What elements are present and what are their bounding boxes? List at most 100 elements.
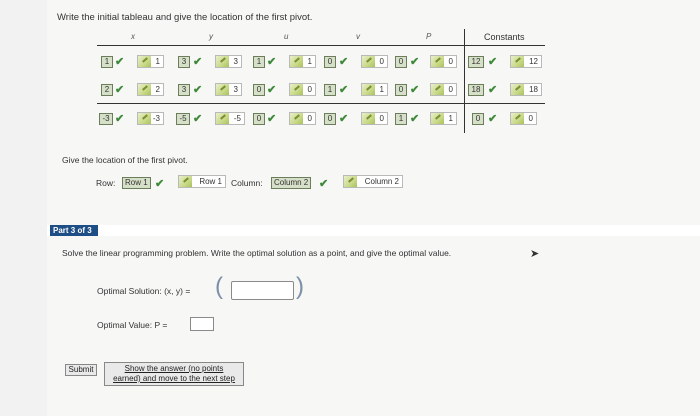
check-icon: ✔: [410, 113, 420, 125]
check-icon: ✔: [115, 84, 125, 96]
answer-input[interactable]: 0: [361, 55, 388, 68]
tableau-bottom-rule: [97, 103, 545, 104]
pencil-icon: [290, 84, 303, 95]
check-icon: ✔: [410, 84, 420, 96]
show-answer-button[interactable]: Show the answer (no points earned) and m…: [104, 362, 244, 386]
check-icon: ✔: [155, 178, 165, 190]
part-header-bar: [47, 225, 700, 236]
part-tag: Part 3 of 3: [50, 225, 98, 236]
cell-given: 3: [178, 56, 190, 68]
pencil-icon: [138, 113, 151, 124]
header-u: u: [284, 32, 289, 41]
answer-input[interactable]: 2: [137, 83, 164, 96]
column-given: Column 2: [271, 177, 312, 189]
pencil-icon: [216, 84, 229, 95]
cell-given: 0: [324, 113, 336, 125]
pencil-icon: [362, 56, 375, 67]
header-p: P: [426, 32, 432, 41]
cell-given: 12: [468, 56, 484, 68]
answer-input[interactable]: 0: [361, 112, 388, 125]
pencil-icon: [179, 176, 192, 187]
cell-given: -3: [99, 113, 113, 125]
check-icon: ✔: [267, 56, 277, 68]
answer-input[interactable]: 3: [215, 83, 242, 96]
answer-input[interactable]: -3: [137, 112, 164, 125]
answer-input[interactable]: 0: [430, 83, 457, 96]
pencil-icon: [511, 56, 524, 67]
cell-given: 1: [395, 113, 407, 125]
row-given: Row 1: [122, 177, 151, 189]
check-icon: ✔: [488, 84, 498, 96]
header-x: x: [131, 32, 135, 41]
answer-input[interactable]: 0: [510, 112, 537, 125]
pencil-icon: [362, 84, 375, 95]
check-icon: ✔: [193, 56, 203, 68]
pencil-icon: [511, 84, 524, 95]
cell-given: 0: [253, 113, 265, 125]
submit-button[interactable]: Submit: [65, 364, 97, 376]
optimal-value-input[interactable]: [190, 317, 214, 331]
check-icon: ✔: [339, 113, 349, 125]
check-icon: ✔: [488, 56, 498, 68]
pencil-icon: [216, 56, 229, 67]
header-y: y: [209, 32, 213, 41]
answer-input[interactable]: 0: [430, 55, 457, 68]
pencil-icon: [344, 176, 357, 187]
check-icon: ✔: [115, 113, 125, 125]
show-answer-line-2: earned) and move to the next step: [113, 374, 235, 383]
cell-given: 0: [472, 113, 484, 125]
cell-given: 1: [253, 56, 265, 68]
answer-input[interactable]: 1: [361, 83, 388, 96]
cell-given: 0: [253, 84, 265, 96]
check-icon: ✔: [410, 56, 420, 68]
answer-input[interactable]: 0: [289, 83, 316, 96]
instruction-text: Write the initial tableau and give the l…: [57, 12, 313, 23]
header-v: v: [356, 32, 360, 41]
cell-given: -5: [176, 113, 190, 125]
cell-given: 2: [101, 84, 113, 96]
pencil-icon: [290, 56, 303, 67]
check-icon: ✔: [267, 113, 277, 125]
part-instruction: Solve the linear programming problem. Wr…: [62, 248, 452, 258]
answer-input[interactable]: 3: [215, 55, 242, 68]
pencil-icon: [431, 113, 444, 124]
column-answer-input[interactable]: Column 2: [343, 175, 403, 188]
pivot-prompt: Give the location of the first pivot.: [62, 155, 188, 165]
pencil-icon: [431, 84, 444, 95]
check-icon: ✔: [339, 56, 349, 68]
cell-given: 3: [178, 84, 190, 96]
answer-input[interactable]: 0: [289, 112, 316, 125]
check-icon: ✔: [319, 178, 329, 190]
check-icon: ✔: [488, 113, 498, 125]
check-icon: ✔: [193, 113, 203, 125]
cell-given: 1: [101, 56, 113, 68]
header-constants: Constants: [484, 32, 525, 42]
cell-given: 18: [468, 84, 484, 96]
answer-input[interactable]: -5: [215, 112, 245, 125]
cell-given: 1: [324, 84, 336, 96]
pencil-icon: [362, 113, 375, 124]
answer-input[interactable]: 12: [510, 55, 542, 68]
pencil-icon: [138, 84, 151, 95]
check-icon: ✔: [267, 84, 277, 96]
close-paren: ): [296, 273, 304, 300]
constants-divider: [464, 29, 465, 133]
check-icon: ✔: [115, 56, 125, 68]
optimal-value-label: Optimal Value: P =: [97, 320, 168, 330]
row-answer-input[interactable]: Row 1: [178, 175, 226, 188]
tableau-top-rule: [97, 45, 545, 46]
answer-input[interactable]: 1: [430, 112, 457, 125]
column-label: Column:: [231, 178, 263, 188]
pencil-icon: [216, 113, 229, 124]
answer-input[interactable]: 1: [137, 55, 164, 68]
check-icon: ✔: [339, 84, 349, 96]
cell-given: 0: [395, 84, 407, 96]
answer-input[interactable]: 1: [289, 55, 316, 68]
show-answer-line-1: Show the answer (no points: [124, 364, 224, 373]
cursor-icon: ➤: [530, 248, 540, 260]
optimal-solution-label: Optimal Solution: (x, y) =: [97, 286, 191, 296]
optimal-solution-input[interactable]: [231, 281, 294, 300]
pencil-icon: [511, 113, 524, 124]
pencil-icon: [431, 56, 444, 67]
answer-input[interactable]: 18: [510, 83, 542, 96]
